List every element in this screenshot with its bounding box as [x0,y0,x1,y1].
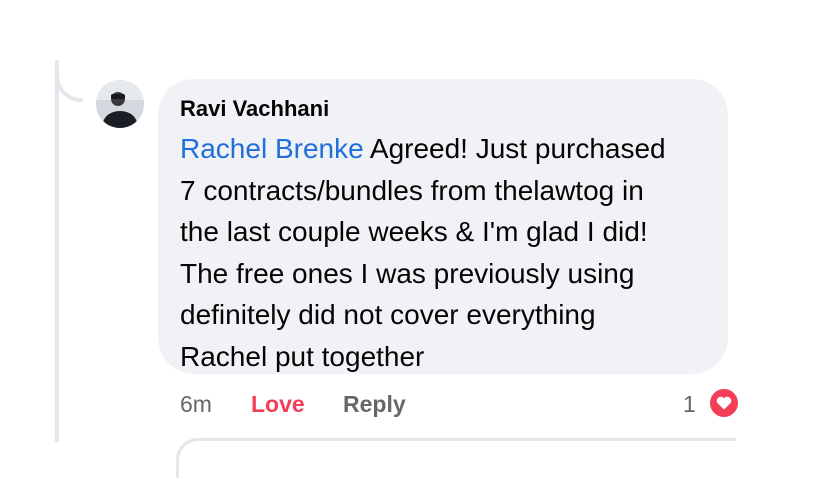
comment-author[interactable]: Ravi Vachhani [180,95,706,123]
thread-connector [55,60,83,102]
comment-line: definitely did not cover everything [180,299,596,330]
comment-line: Agreed! Just purchased [363,133,666,164]
comment-line: the last couple weeks & I'm glad I did! [180,216,648,247]
comment-line: The free ones I was previously using [180,257,635,289]
comment-text: Rachel Brenke Agreed! Just purchased 7 co… [180,128,706,377]
heart-icon-glyph [716,396,732,410]
comment-thread: Ravi Vachhani Rachel Brenke Agreed! Just… [0,0,832,478]
reply-button[interactable]: Reply [343,388,406,420]
heart-icon[interactable] [707,386,741,420]
avatar-image [96,80,144,128]
next-reply-connector [176,438,736,478]
comment-line: Rachel put together [180,340,425,372]
comment-line: 7 contracts/bundles from thelawtog in [180,174,644,206]
comment-timestamp[interactable]: 6m [180,388,212,420]
avatar[interactable] [96,80,144,128]
thread-line [55,60,59,442]
comment-bubble: Ravi Vachhani Rachel Brenke Agreed! Just… [158,79,728,374]
reaction-count[interactable]: 1 [683,388,696,420]
mention-link[interactable]: Rachel Brenke [180,133,364,164]
love-reaction-button[interactable]: Love [251,388,305,420]
